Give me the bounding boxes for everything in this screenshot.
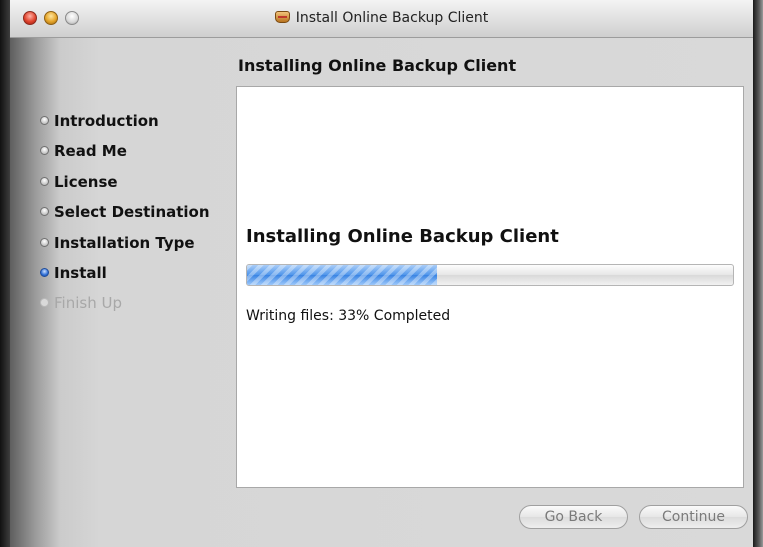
install-status-text: Writing files: 33% Completed [246,308,451,324]
step-license[interactable]: License [40,173,210,203]
continue-button[interactable]: Continue [639,505,748,529]
install-status-title: Installing Online Backup Client [246,226,559,247]
step-label: Read Me [54,142,127,161]
window-title: Install Online Backup Client [10,10,753,26]
window-shadow-left [0,0,10,547]
step-installation-type[interactable]: Installation Type [40,234,210,264]
step-label: Install [54,263,107,282]
step-bullet-icon [40,207,49,217]
step-bullet-icon [40,116,49,125]
step-bullet-active-icon [40,267,49,277]
step-select-destination[interactable]: Select Destination [40,203,210,233]
step-label: Introduction [54,112,159,130]
step-label: Select Destination [54,203,210,222]
step-bullet-icon [40,237,49,247]
step-label: Installation Type [54,233,195,252]
step-finish-up: Finish Up [40,294,210,324]
package-icon [274,11,290,23]
go-back-button[interactable]: Go Back [519,505,628,529]
step-bullet-icon [40,176,49,186]
step-bullet-icon [40,298,49,308]
title-bar[interactable]: Install Online Backup Client [10,0,753,38]
progress-bar [246,264,734,286]
step-introduction[interactable]: Introduction [40,112,210,142]
installer-window: Install Online Backup Client Installing … [10,0,753,547]
content-panel: Installing Online Backup Client Writing … [236,86,744,488]
window-title-text: Install Online Backup Client [295,10,489,26]
step-read-me[interactable]: Read Me [40,142,210,172]
installer-steps: Introduction Read Me License Select Dest… [40,112,210,325]
window-edge-right [753,0,763,547]
page-title: Installing Online Backup Client [238,56,517,75]
step-label: License [54,172,118,191]
step-label: Finish Up [54,294,122,313]
step-bullet-icon [40,146,49,156]
progress-bar-fill [247,265,437,285]
step-install[interactable]: Install [40,264,210,294]
